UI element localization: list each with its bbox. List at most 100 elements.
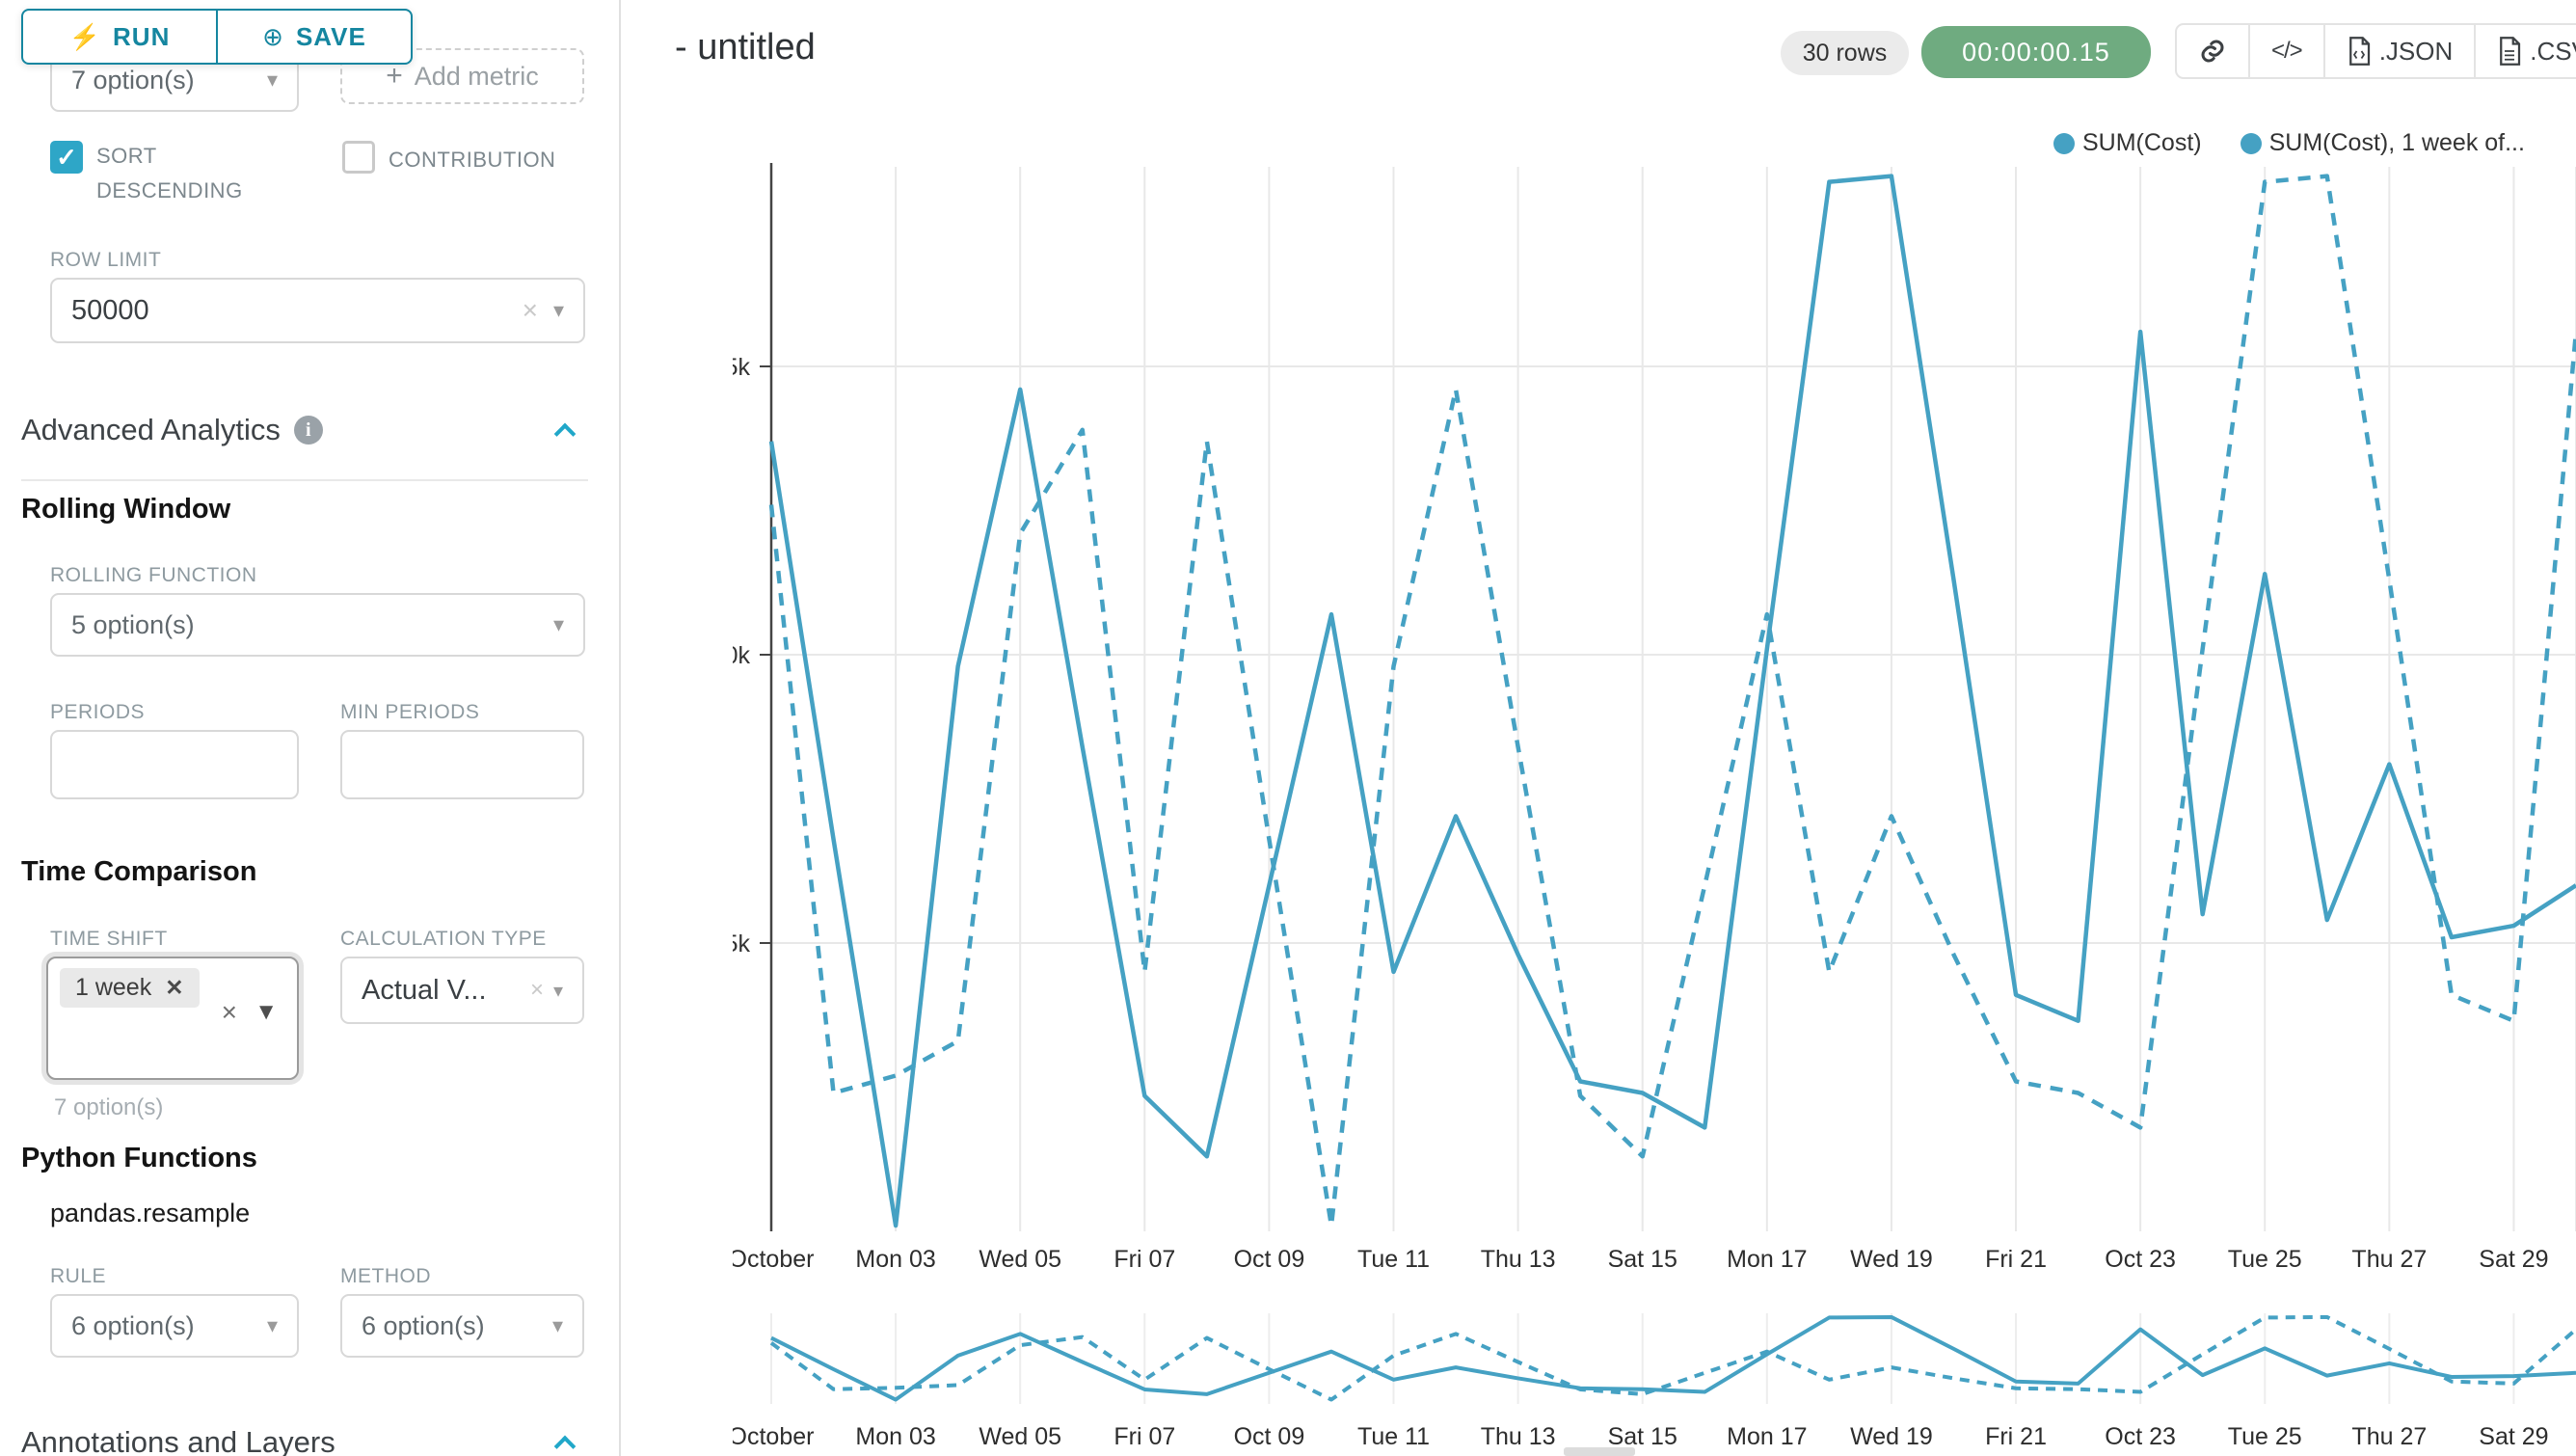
chart-title[interactable]: - untitled — [675, 27, 816, 68]
y-tick-label: 10k — [733, 642, 750, 669]
x-tick-label: Sat 29 — [2479, 1246, 2548, 1273]
copy-link-button[interactable] — [2177, 25, 2248, 77]
row-count-badge: 30 rows — [1781, 31, 1909, 75]
x-tick-label: Thu 27 — [2351, 1246, 2427, 1273]
method-label: METHOD — [340, 1265, 431, 1288]
chevron-down-icon: ▾ — [553, 298, 564, 323]
export-toolbar: </> .JSON .CSV ≡ — [2175, 23, 2576, 79]
mini-series-line-dashed — [771, 1317, 2576, 1400]
x-tick-label: Fri 21 — [1985, 1246, 2047, 1273]
file-json-icon — [2347, 37, 2372, 66]
calculation-type-value: Actual V... — [362, 975, 530, 1007]
min-periods-input[interactable] — [340, 730, 584, 799]
mini-x-tick-label: Wed 05 — [979, 1423, 1061, 1450]
method-select[interactable]: 6 option(s) ▾ — [340, 1294, 584, 1358]
contribution-label: CONTRIBUTION — [389, 143, 555, 177]
code-icon: </> — [2271, 38, 2302, 65]
mini-x-tick-label: October — [733, 1423, 814, 1450]
mini-x-tick-label: Thu 27 — [2351, 1423, 2427, 1450]
row-limit-label: ROW LIMIT — [50, 249, 161, 272]
chevron-down-icon: ▾ — [267, 1313, 278, 1338]
calculation-type-label: CALCULATION TYPE — [340, 928, 547, 951]
rule-value: 6 option(s) — [71, 1311, 267, 1341]
sort-descending-checkbox[interactable]: ✓ — [50, 141, 83, 174]
remove-tag-icon[interactable]: ✕ — [165, 975, 183, 1001]
export-json-button[interactable]: .JSON — [2323, 25, 2475, 77]
x-tick-label: Tue 11 — [1357, 1246, 1430, 1273]
clear-icon[interactable]: × — [222, 997, 237, 1028]
mini-x-tick-label: Oct 23 — [2105, 1423, 2176, 1450]
x-tick-label: Thu 13 — [1481, 1246, 1556, 1273]
contribution-checkbox[interactable] — [342, 141, 375, 174]
mini-x-tick-label: Wed 19 — [1850, 1423, 1933, 1450]
mini-x-tick-label: Thu 13 — [1481, 1423, 1556, 1450]
csv-label: .CSV — [2530, 37, 2576, 67]
explore-view: ⚡ RUN ⊕ SAVE 7 option(s) ▾ + Add metric … — [0, 0, 2576, 1456]
time-shift-helper: 7 option(s) — [54, 1094, 163, 1121]
collapse-chevron-icon[interactable] — [554, 1436, 577, 1456]
export-csv-button[interactable]: .CSV — [2474, 25, 2576, 77]
calculation-type-select[interactable]: Actual V... × ▾ — [340, 957, 584, 1024]
periods-input[interactable] — [50, 730, 299, 799]
x-tick-label: Tue 25 — [2228, 1246, 2302, 1273]
rule-select[interactable]: 6 option(s) ▾ — [50, 1294, 299, 1358]
link-icon — [2198, 37, 2227, 66]
row-limit-value: 50000 — [71, 295, 523, 327]
x-tick-label: Mon 03 — [855, 1246, 935, 1273]
time-shift-tag-label: 1 week — [75, 974, 151, 1002]
x-tick-label: Oct 09 — [1234, 1246, 1305, 1273]
series-line-dashed[interactable] — [771, 176, 2576, 1226]
chevron-down-icon: ▼ — [255, 999, 278, 1026]
time-shift-tag: 1 week ✕ — [60, 968, 200, 1008]
min-periods-label: MIN PERIODS — [340, 701, 479, 724]
annotations-title: Annotations and Layers — [21, 1425, 335, 1456]
pandas-resample-label: pandas.resample — [50, 1199, 250, 1228]
time-shift-multiselect[interactable]: 1 week ✕ × ▼ — [46, 957, 299, 1080]
mini-x-tick-label: Fri 21 — [1985, 1423, 2047, 1450]
mini-x-tick-label: Tue 25 — [2228, 1423, 2302, 1450]
rolling-window-title: Rolling Window — [21, 494, 230, 526]
file-csv-icon — [2497, 37, 2522, 66]
add-metric-label: Add metric — [415, 62, 539, 92]
x-tick-label: Oct 23 — [2105, 1246, 2176, 1273]
control-panel: ⚡ RUN ⊕ SAVE 7 option(s) ▾ + Add metric … — [0, 0, 621, 1456]
query-timer-badge: 00:00:00.15 — [1921, 26, 2151, 78]
x-tick-label: Mon 17 — [1727, 1246, 1807, 1273]
clear-icon[interactable]: × — [523, 295, 538, 326]
advanced-analytics-header[interactable]: Advanced Analytics i — [21, 413, 323, 447]
embed-code-button[interactable]: </> — [2248, 25, 2323, 77]
collapse-chevron-icon[interactable] — [554, 423, 577, 445]
plus-icon: + — [386, 60, 403, 93]
x-tick-label: Fri 07 — [1114, 1246, 1175, 1273]
series-line-solid[interactable] — [771, 176, 2576, 1226]
main-line-chart[interactable]: 5k10k15kOctoberMon 03Wed 05Fri 07Oct 09T… — [733, 145, 2576, 1302]
periods-label: PERIODS — [50, 701, 145, 724]
rule-label: RULE — [50, 1265, 106, 1288]
mini-range-chart[interactable]: OctoberMon 03Wed 05Fri 07Oct 09Tue 11Thu… — [733, 1302, 2576, 1456]
run-save-button-group: ⚡ RUN ⊕ SAVE — [21, 9, 413, 65]
y-tick-label: 15k — [733, 354, 750, 381]
chevron-down-icon: ▾ — [267, 67, 278, 93]
section-divider — [21, 479, 588, 481]
mini-x-tick-label: Sat 15 — [1608, 1423, 1677, 1450]
mini-x-tick-label: Mon 03 — [855, 1423, 935, 1450]
x-tick-label: Sat 15 — [1608, 1246, 1677, 1273]
rolling-function-select[interactable]: 5 option(s) ▾ — [50, 593, 585, 657]
method-value: 6 option(s) — [362, 1311, 552, 1341]
resize-handle[interactable] — [1564, 1447, 1635, 1456]
row-limit-select[interactable]: 50000 × ▾ — [50, 278, 585, 343]
chevron-down-icon: ▾ — [552, 1313, 563, 1338]
annotations-header[interactable]: Annotations and Layers — [21, 1425, 335, 1456]
lightning-icon: ⚡ — [69, 22, 101, 52]
info-icon: i — [294, 416, 323, 445]
sort-descending-label: SORT DESCENDING — [96, 139, 251, 208]
mini-x-tick-label: Fri 07 — [1114, 1423, 1175, 1450]
mini-series-line-solid — [771, 1317, 2576, 1400]
rolling-function-value: 5 option(s) — [71, 610, 553, 640]
clear-icon[interactable]: × — [530, 977, 544, 1004]
x-tick-label: Wed 05 — [979, 1246, 1061, 1273]
metric-select-value: 7 option(s) — [71, 66, 267, 95]
time-shift-label: TIME SHIFT — [50, 928, 168, 951]
save-button[interactable]: ⊕ SAVE — [216, 11, 411, 63]
run-button[interactable]: ⚡ RUN — [23, 11, 216, 63]
